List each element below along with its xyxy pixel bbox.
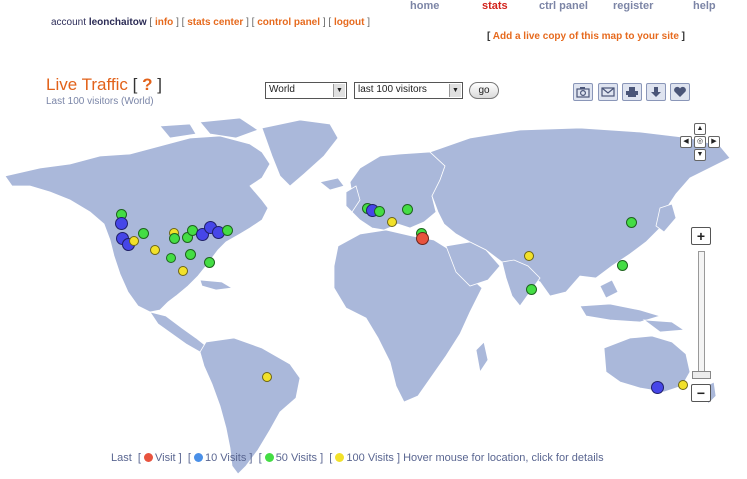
visitors-select-value: last 100 visitors — [358, 84, 427, 95]
page-title: Live Traffic [ ? ] — [46, 75, 162, 94]
visit-marker[interactable] — [138, 228, 149, 239]
pan-up-button[interactable]: ▲ — [694, 123, 706, 135]
legend-50-label: 50 Visits — [275, 452, 318, 464]
pan-left-button[interactable]: ◀ — [680, 136, 692, 148]
visit-marker[interactable] — [129, 236, 139, 246]
visit-marker[interactable] — [262, 372, 272, 382]
visit-marker[interactable] — [185, 249, 196, 260]
visit-marker[interactable] — [374, 206, 385, 217]
print-icon[interactable] — [622, 83, 642, 101]
world-map-land — [4, 117, 731, 475]
account-info-link[interactable]: info — [155, 17, 173, 28]
chevron-down-icon: ▼ — [449, 84, 461, 97]
account-username: leonchaitow — [88, 17, 147, 28]
page-subtitle: Last 100 visitors (World) — [46, 96, 154, 107]
live-traffic-page: home stats ctrl panel register help acco… — [0, 0, 747, 479]
account-control-panel-link[interactable]: control panel — [257, 17, 320, 28]
legend-visit-label: Visit — [155, 452, 176, 464]
legend-visit-dot — [144, 453, 154, 462]
visit-marker[interactable] — [524, 251, 534, 261]
legend-10-dot — [193, 453, 203, 462]
account-prefix: account — [51, 17, 87, 28]
help-link[interactable]: ? — [142, 75, 152, 94]
visit-marker[interactable] — [626, 217, 637, 228]
visit-marker[interactable] — [678, 380, 688, 390]
map-pan-control: ▲ ◀ ◎ ▶ ▼ — [680, 123, 720, 163]
page-title-text: Live Traffic — [46, 75, 128, 94]
download-icon[interactable] — [646, 83, 666, 101]
zoom-out-button[interactable]: − — [691, 384, 711, 402]
visit-marker[interactable] — [387, 217, 397, 227]
nav-ctrl-panel[interactable]: ctrl panel — [539, 0, 588, 12]
visit-marker[interactable] — [526, 284, 537, 295]
legend-50-dot — [264, 453, 274, 462]
account-stats-center-link[interactable]: stats center — [187, 17, 243, 28]
pan-center-button[interactable]: ◎ — [694, 136, 706, 148]
region-select[interactable]: World ▼ — [265, 82, 347, 99]
add-live-copy-link[interactable]: Add a live copy of this map to your site — [493, 31, 679, 42]
pan-down-button[interactable]: ▼ — [694, 149, 706, 161]
pan-right-button[interactable]: ▶ — [708, 136, 720, 148]
nav-register[interactable]: register — [613, 0, 653, 12]
legend-hint: Hover mouse for location, click for deta… — [403, 452, 604, 464]
nav-home[interactable]: home — [410, 0, 439, 12]
email-icon[interactable] — [598, 83, 618, 101]
legend-10-label: 10 Visits — [204, 452, 247, 464]
visit-marker[interactable] — [402, 204, 413, 215]
account-bar: account leonchaitow [ info ] [ stats cen… — [51, 17, 371, 28]
region-select-value: World — [269, 84, 295, 95]
world-map[interactable] — [0, 116, 747, 479]
camera-icon[interactable] — [573, 83, 593, 101]
legend-100-label: 100 Visits — [346, 452, 394, 464]
zoom-in-button[interactable]: + — [691, 227, 711, 245]
zoom-slider-handle[interactable] — [692, 371, 711, 379]
visit-marker[interactable] — [617, 260, 628, 271]
visit-marker[interactable] — [204, 257, 215, 268]
visit-marker[interactable] — [651, 381, 664, 394]
legend-prefix: Last — [111, 452, 132, 464]
zoom-slider-track[interactable] — [698, 251, 705, 379]
visit-marker[interactable] — [169, 233, 180, 244]
nav-stats[interactable]: stats — [482, 0, 508, 12]
visit-marker[interactable] — [178, 266, 188, 276]
visitors-select[interactable]: last 100 visitors ▼ — [354, 82, 463, 99]
top-nav: home stats ctrl panel register help — [0, 0, 747, 16]
visit-marker[interactable] — [222, 225, 233, 236]
go-button[interactable]: go — [469, 82, 499, 99]
chevron-down-icon: ▼ — [333, 84, 345, 97]
visit-marker[interactable] — [150, 245, 160, 255]
visit-marker[interactable] — [166, 253, 176, 263]
heart-icon[interactable] — [670, 83, 690, 101]
add-live-copy-promo: [ Add a live copy of this map to your si… — [487, 31, 686, 42]
visit-marker[interactable] — [416, 232, 429, 245]
visit-marker[interactable] — [115, 217, 128, 230]
map-legend: Last [ Visit ] [ 10 Visits ] [ 50 Visits… — [111, 452, 604, 464]
legend-100-dot — [335, 453, 345, 462]
nav-help[interactable]: help — [693, 0, 716, 12]
account-logout-link[interactable]: logout — [334, 17, 365, 28]
